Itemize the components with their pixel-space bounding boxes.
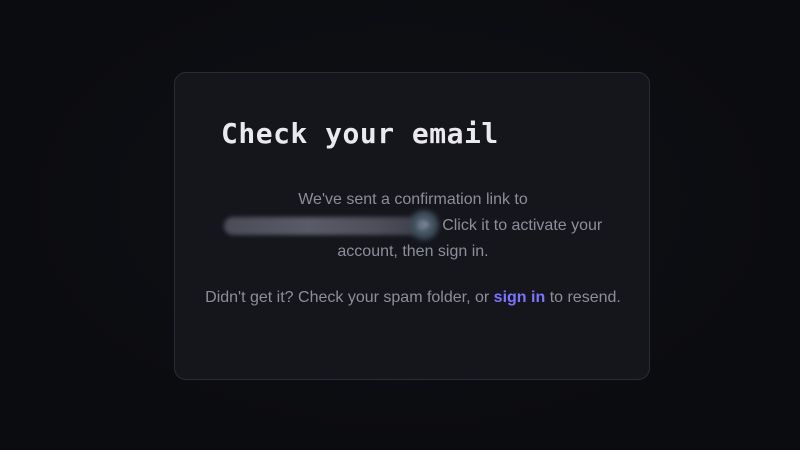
help-prefix: Didn't get it? Check your spam folder, o… (205, 289, 490, 306)
sign-in-link[interactable]: sign in (494, 289, 546, 306)
page-title: Check your email (221, 117, 499, 150)
confirmation-card: Check your email We've sent a confirmati… (174, 72, 650, 380)
confirmation-message: We've sent a confirmation link to ⟳ Clic… (205, 187, 621, 265)
page-background: Check your email We've sent a confirmati… (0, 0, 800, 450)
help-suffix: to resend. (549, 289, 621, 306)
loading-spinner-icon: ⟳ (407, 208, 440, 241)
redacted-email: ⟳ (223, 208, 440, 241)
help-message: Didn't get it? Check your spam folder, o… (205, 285, 621, 311)
message-part-1: We've sent a confirmation link to (298, 191, 528, 208)
